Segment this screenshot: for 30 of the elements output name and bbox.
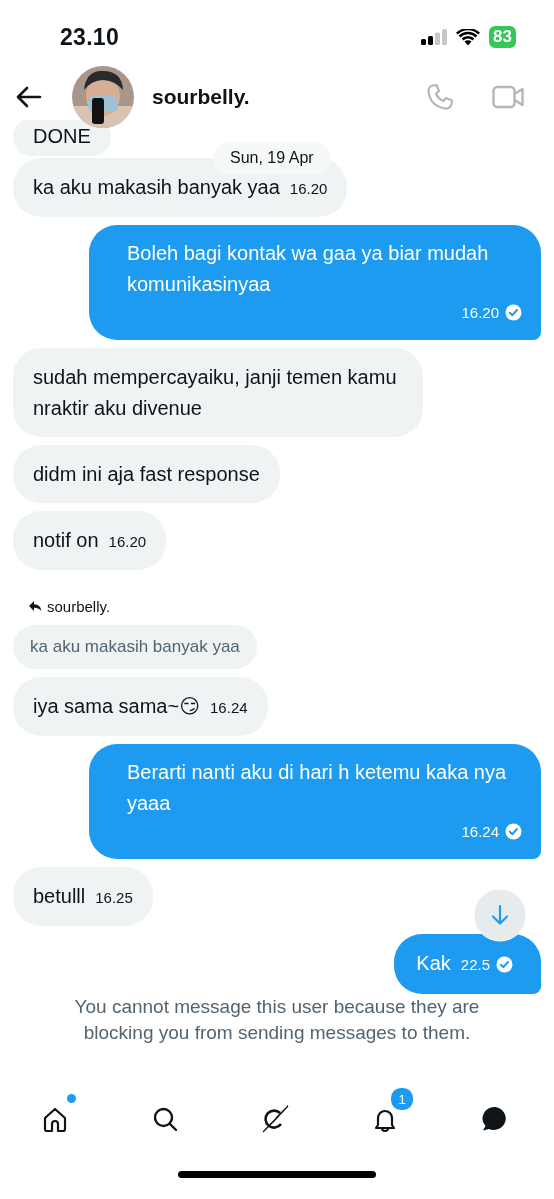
battery-level: 83	[493, 27, 512, 48]
message-text: betulll	[33, 884, 86, 910]
contact-name: sourbelly.	[152, 85, 250, 110]
message-text: ka aku makasih banyak yaa	[33, 175, 280, 201]
message-time: 16.20	[289, 179, 328, 200]
blocked-notice: You cannot message this user because they are blocking you from sending messages to them.	[73, 995, 481, 1046]
notification-badge: 1	[390, 1087, 414, 1111]
status-time: 23.10	[60, 23, 120, 51]
quoted-message: ka aku makasih banyak yaa	[13, 625, 257, 670]
message-time: 16.24	[210, 698, 248, 719]
message-text: Kak	[416, 951, 451, 977]
scroll-down-button[interactable]	[473, 888, 527, 943]
message-time: 16.20	[461, 303, 499, 324]
message-text: notif on	[33, 528, 99, 554]
message-time: 22.5	[460, 955, 490, 976]
message-time: 16.20	[108, 532, 147, 553]
back-icon[interactable]	[16, 86, 42, 109]
wifi-icon	[456, 28, 481, 46]
message-time: 16.25	[95, 888, 133, 909]
reply-label: sourbelly.	[29, 598, 541, 616]
message-text: Boleh bagi kontak wa gaa ya biar mudah komunikasinyaa	[127, 242, 489, 296]
message-time: 16.24	[461, 822, 499, 843]
reply-icon	[29, 601, 42, 613]
signal-icon	[421, 29, 448, 46]
message-text: didm ini aja fast response	[33, 463, 260, 486]
message-text: sudah mempercayaiku, janji temen kamu nraktir aku divenue	[33, 366, 397, 420]
message-text: Berarti nanti aku di hari h ketemu kaka nya yaaa	[127, 761, 507, 815]
message-text: iya sama sama~😏	[33, 694, 201, 720]
date-label: Sun, 19 Apr	[213, 142, 331, 175]
message-text: DONE	[33, 125, 91, 148]
